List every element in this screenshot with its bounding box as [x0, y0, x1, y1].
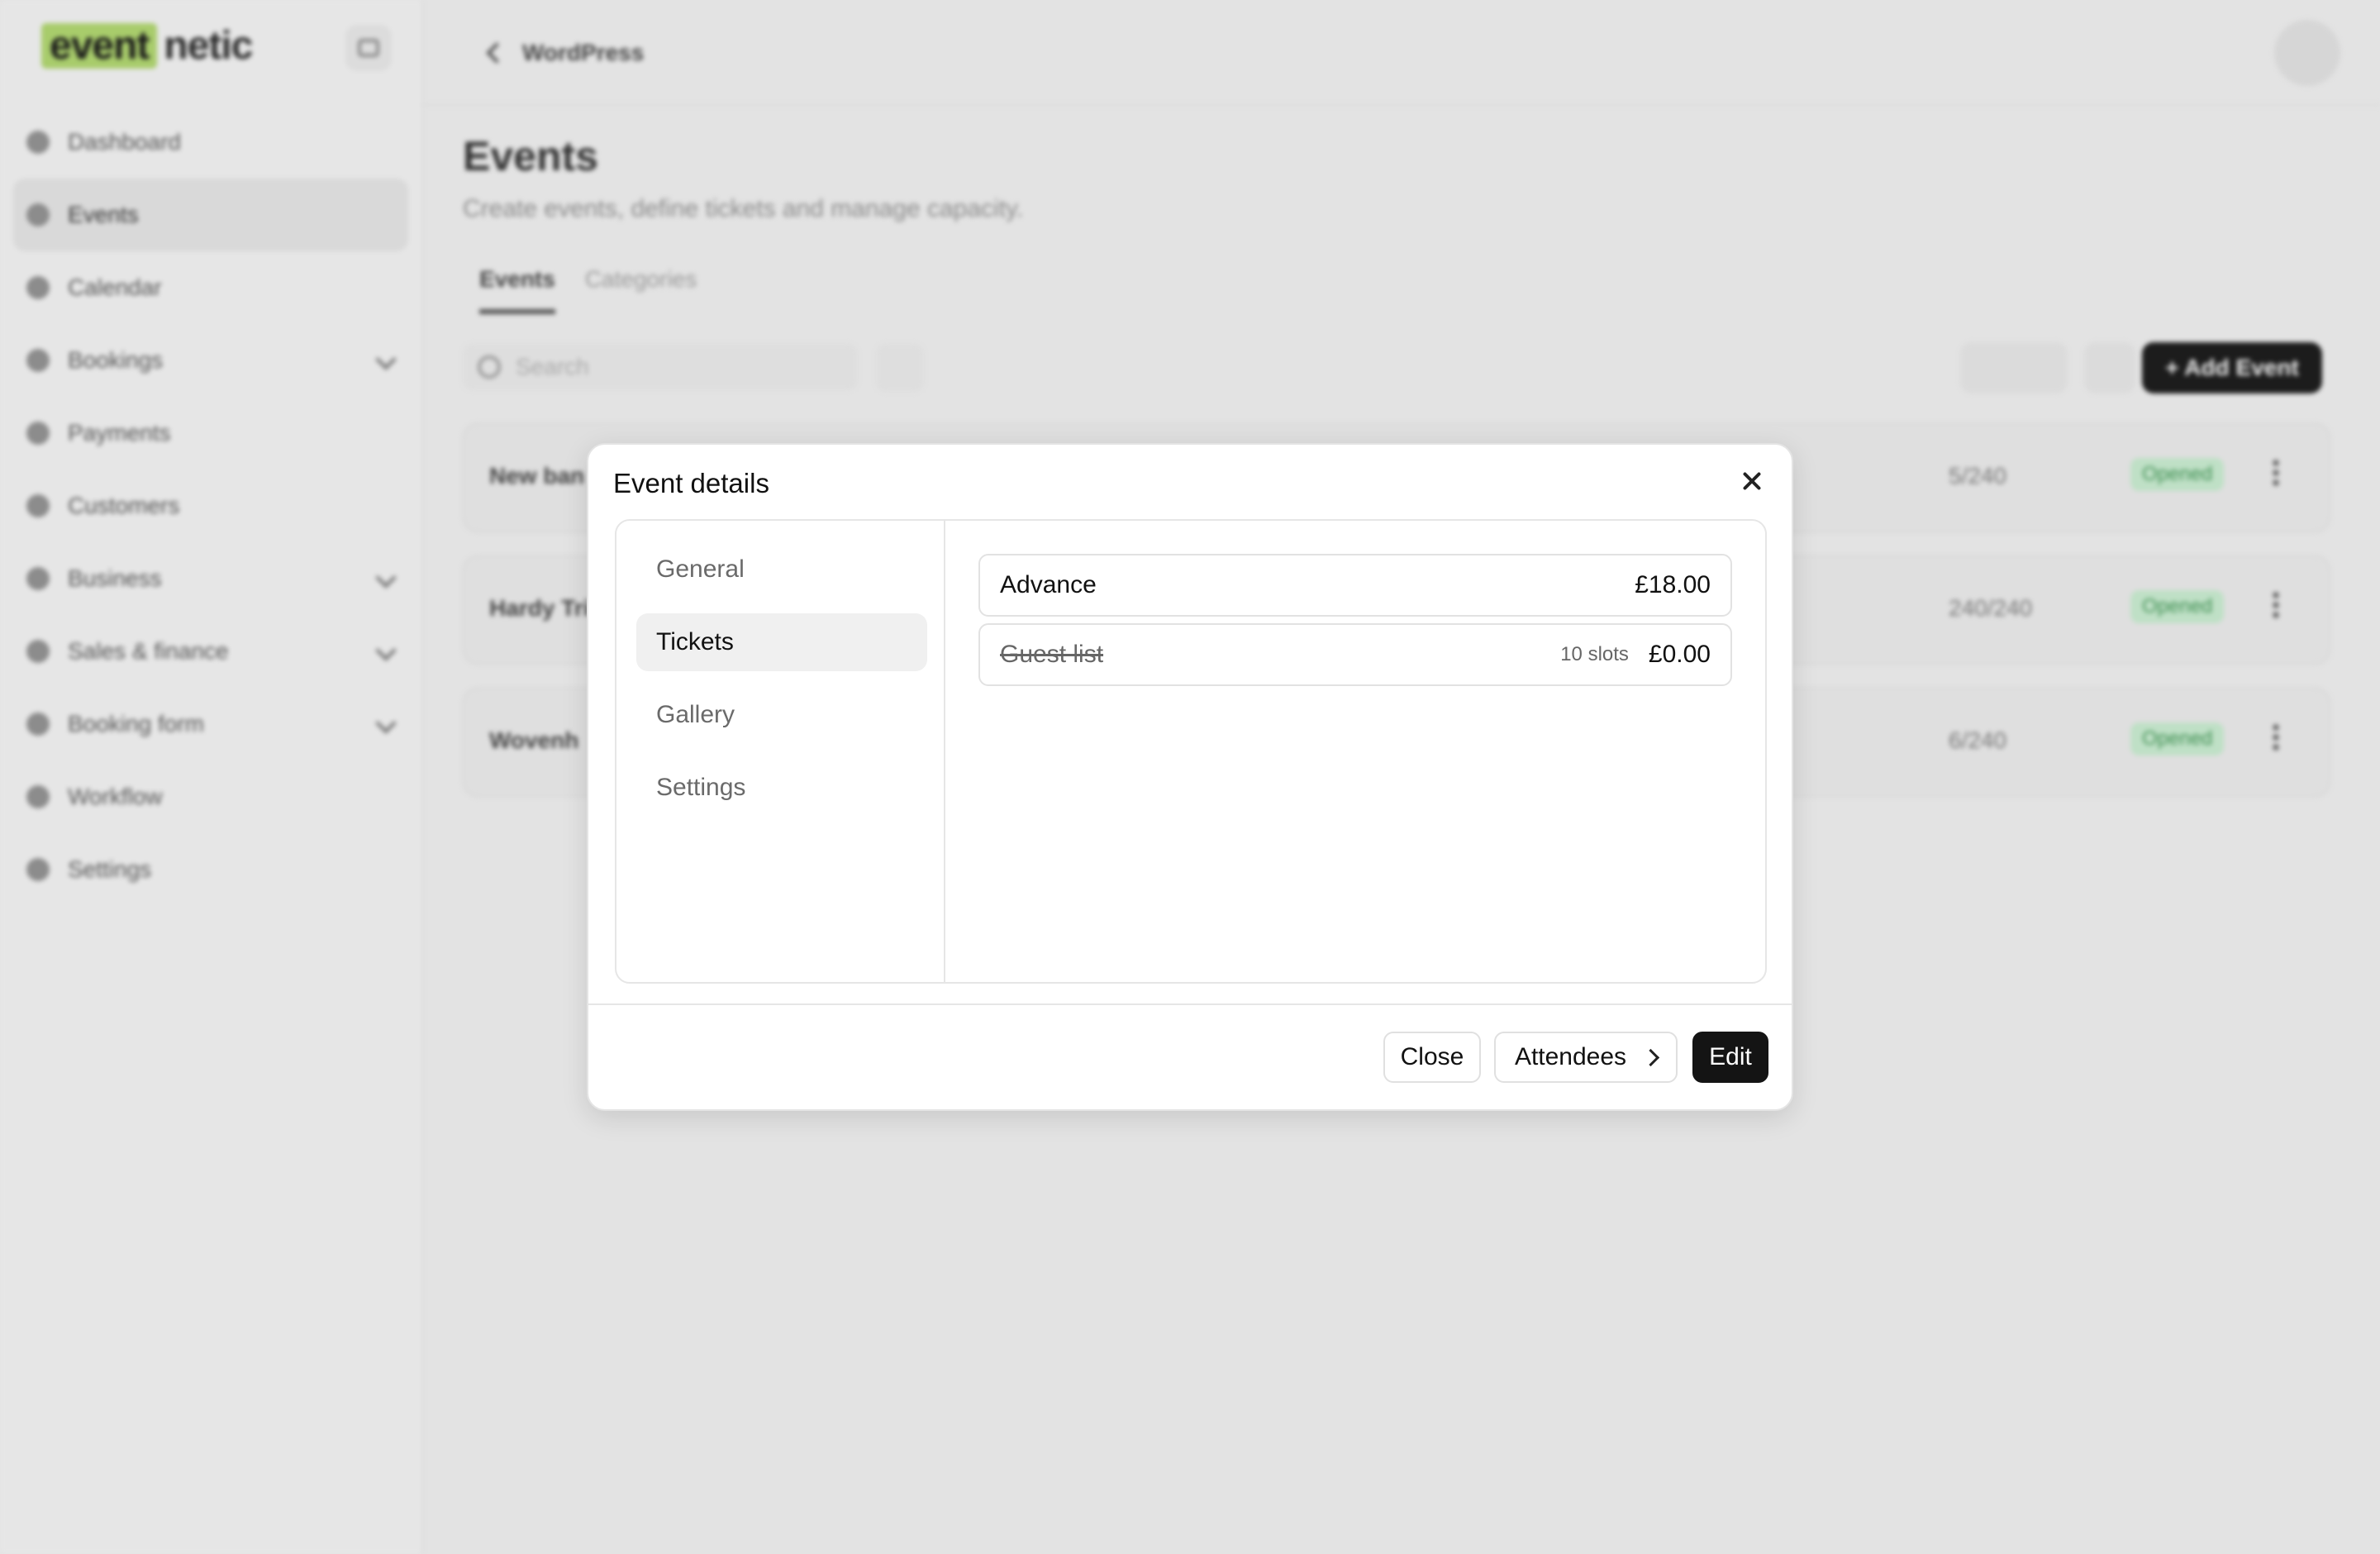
chevron-left-icon	[486, 42, 507, 64]
sidebar-item-customers[interactable]: Customers	[13, 470, 408, 542]
business-icon	[26, 567, 50, 590]
ticket-row[interactable]: Advance £18.00	[978, 554, 1732, 617]
kebab-menu-icon[interactable]	[2273, 458, 2279, 488]
chevron-right-icon	[1641, 1048, 1660, 1066]
form-icon	[26, 713, 50, 736]
gear-icon	[26, 858, 50, 881]
attendees-button[interactable]: Attendees	[1494, 1032, 1678, 1083]
filter-button[interactable]	[876, 344, 924, 392]
tab-gallery[interactable]: Gallery	[636, 686, 927, 744]
sidebar-item-settings[interactable]: Settings	[13, 833, 408, 906]
ticket-price: £0.00	[1648, 641, 1711, 668]
sidebar: event netic Dashboard Events Calendar Bo…	[0, 0, 423, 1554]
kebab-menu-icon[interactable]	[2273, 722, 2279, 752]
sidebar-item-calendar[interactable]: Calendar	[13, 251, 408, 324]
ticket-price: £18.00	[1635, 571, 1711, 598]
sidebar-item-workflow[interactable]: Workflow	[13, 760, 408, 833]
sales-icon	[26, 640, 50, 663]
chevron-down-icon	[375, 713, 397, 734]
status-badge: Opened	[2130, 722, 2225, 756]
bookings-icon	[26, 349, 50, 372]
sidebar-collapse-button[interactable]	[345, 25, 392, 71]
sidebar-item-dashboard[interactable]: Dashboard	[13, 106, 408, 179]
sidebar-nav: Dashboard Events Calendar Bookings Payme…	[13, 106, 408, 906]
ticket-name: Advance	[1000, 571, 1097, 598]
edit-button[interactable]: Edit	[1692, 1032, 1768, 1083]
modal-footer-divider	[588, 1003, 1792, 1005]
page-title: Events	[463, 133, 598, 179]
modal-panel: General Tickets Gallery Settings Advance…	[615, 519, 1767, 984]
payments-icon	[26, 422, 50, 445]
status-badge: Opened	[2130, 590, 2225, 623]
sidebar-item-payments[interactable]: Payments	[13, 397, 408, 470]
sidebar-item-events[interactable]: Events	[13, 179, 408, 251]
add-event-button[interactable]: + Add Event	[2142, 342, 2322, 393]
workflow-icon	[26, 785, 50, 808]
sort-button[interactable]	[2084, 342, 2135, 393]
customers-icon	[26, 494, 50, 517]
chevron-down-icon	[375, 567, 397, 589]
logo: event netic	[41, 23, 253, 69]
tab-tickets[interactable]: Tickets	[636, 613, 927, 671]
chevron-down-icon	[375, 640, 397, 661]
chevron-down-icon	[375, 349, 397, 370]
calendar-box-icon	[26, 203, 50, 226]
event-details-modal: Event details General Tickets Gallery Se…	[587, 443, 1793, 1111]
ticket-row[interactable]: Guest list 10 slots £0.00	[978, 623, 1732, 686]
close-button[interactable]: Close	[1383, 1032, 1481, 1083]
search-input[interactable]: Search	[463, 344, 858, 390]
close-icon[interactable]	[1735, 465, 1768, 498]
modal-title: Event details	[613, 468, 769, 498]
page-subtitle: Create events, define tickets and manage…	[463, 195, 1024, 222]
tab-categories[interactable]: Categories	[585, 266, 697, 314]
page-tabs: Events Categories	[479, 266, 697, 314]
topbar: WordPress	[423, 0, 2380, 106]
view-toggle[interactable]	[1960, 342, 2068, 393]
tab-settings[interactable]: Settings	[636, 759, 927, 817]
status-badge: Opened	[2130, 458, 2225, 491]
modal-side-tabs: General Tickets Gallery Settings	[616, 521, 945, 982]
tab-events[interactable]: Events	[479, 266, 555, 314]
sidebar-item-business[interactable]: Business	[13, 542, 408, 615]
back-link[interactable]: WordPress	[486, 40, 644, 66]
search-icon	[478, 355, 501, 379]
calendar-icon	[26, 276, 50, 299]
sidebar-item-sales-finance[interactable]: Sales & finance	[13, 615, 408, 688]
sidebar-item-bookings[interactable]: Bookings	[13, 324, 408, 397]
tab-general[interactable]: General	[636, 541, 927, 598]
kebab-menu-icon[interactable]	[2273, 590, 2279, 620]
ticket-name: Guest list	[1000, 641, 1104, 668]
avatar[interactable]	[2274, 20, 2340, 86]
sidebar-toggle-icon	[358, 39, 379, 57]
ticket-slots: 10 slots	[1560, 643, 1629, 665]
dashboard-icon	[26, 131, 50, 154]
sidebar-item-booking-form[interactable]: Booking form	[13, 688, 408, 760]
